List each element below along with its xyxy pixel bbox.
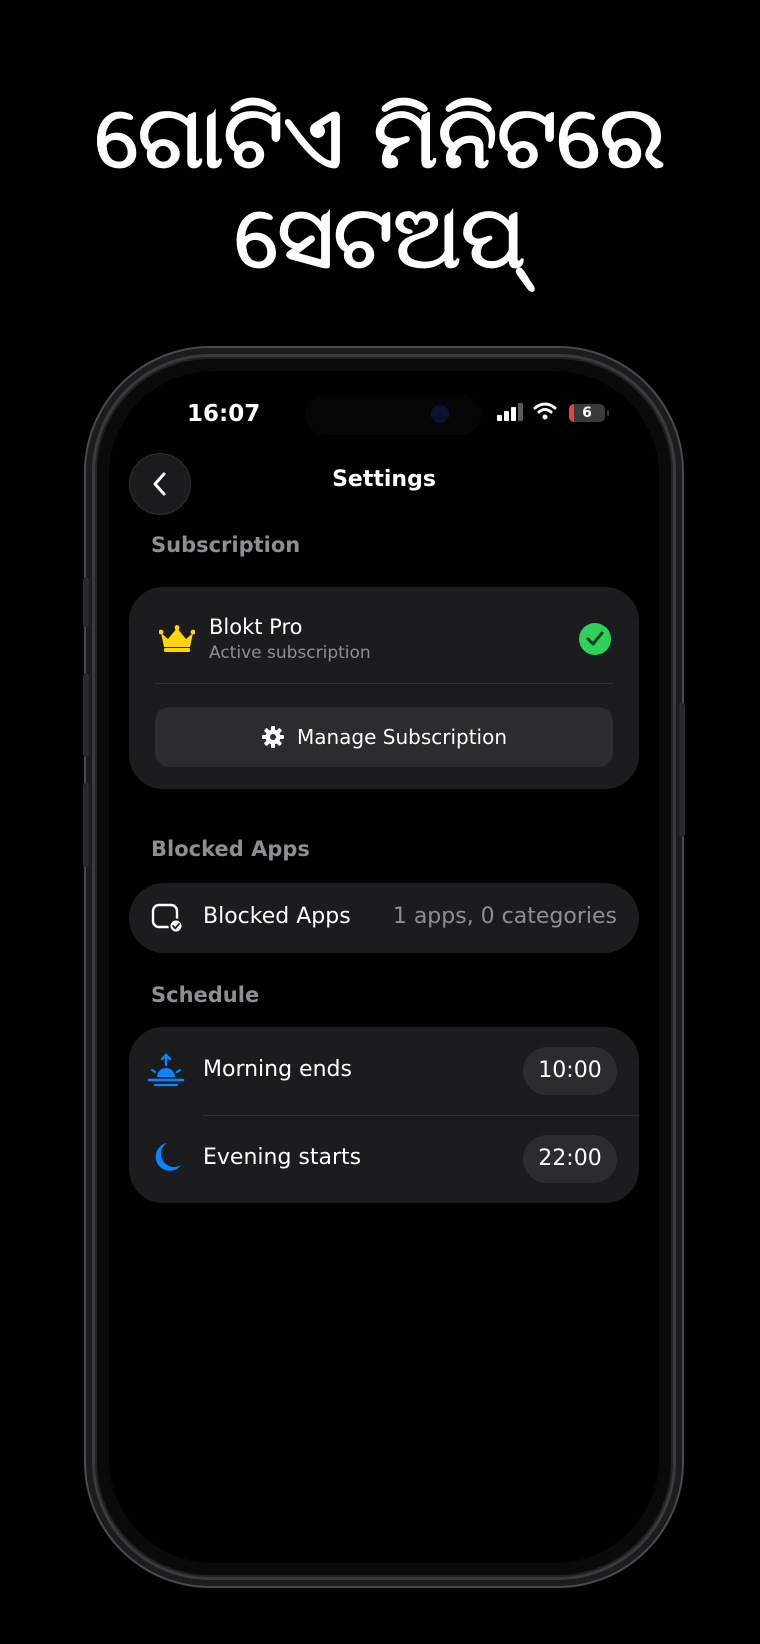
app-check-icon	[151, 903, 183, 933]
divider	[203, 1115, 639, 1116]
divider	[155, 683, 613, 684]
battery-indicator: 6	[569, 404, 609, 422]
phone-screen: 16:07 6 Settings Subscription Blokt Pro …	[109, 371, 659, 1563]
evening-starts-label: Evening starts	[203, 1145, 362, 1170]
morning-ends-label: Morning ends	[203, 1057, 352, 1082]
subscription-card: Blokt Pro Active subscription Manage Sub…	[129, 587, 639, 789]
evening-starts-time[interactable]: 22:00	[523, 1135, 617, 1183]
blocked-apps-row[interactable]: Blocked Apps 1 apps, 0 categories	[129, 883, 639, 953]
sunrise-icon	[147, 1053, 185, 1087]
gear-icon	[261, 726, 284, 748]
plan-name: Blokt Pro	[209, 615, 303, 639]
volume-down-button	[83, 783, 89, 867]
crown-icon	[159, 625, 195, 652]
headline-line-2: ସେଟଅପ୍	[234, 188, 526, 288]
plan-status: Active subscription	[209, 643, 371, 663]
wifi-icon	[533, 402, 557, 420]
power-button	[679, 703, 685, 837]
manage-subscription-label: Manage Subscription	[296, 725, 508, 749]
section-label-schedule: Schedule	[151, 983, 260, 1007]
active-check-icon	[579, 623, 611, 655]
page-title: Settings	[332, 467, 436, 492]
mute-switch	[83, 577, 89, 627]
section-label-subscription: Subscription	[151, 533, 301, 557]
phone-frame: 16:07 6 Settings Subscription Blokt Pro …	[83, 354, 685, 1580]
section-label-blocked-apps: Blocked Apps	[151, 837, 310, 861]
signal-icon	[497, 403, 525, 421]
morning-ends-time[interactable]: 10:00	[523, 1047, 617, 1095]
moon-icon	[155, 1143, 181, 1171]
blocked-apps-label: Blocked Apps	[203, 904, 351, 929]
blocked-apps-value: 1 apps, 0 categories	[392, 904, 617, 929]
schedule-card: Morning ends 10:00 Evening starts 22:00	[129, 1027, 639, 1203]
volume-up-button	[83, 673, 89, 757]
status-time: 16:07	[187, 401, 261, 427]
dynamic-island	[305, 395, 481, 435]
headline-line-1: ଗୋଟିଏ ମିନିଟରେ	[94, 88, 666, 188]
camera	[431, 405, 449, 423]
manage-subscription-button[interactable]: Manage Subscription	[155, 707, 613, 767]
